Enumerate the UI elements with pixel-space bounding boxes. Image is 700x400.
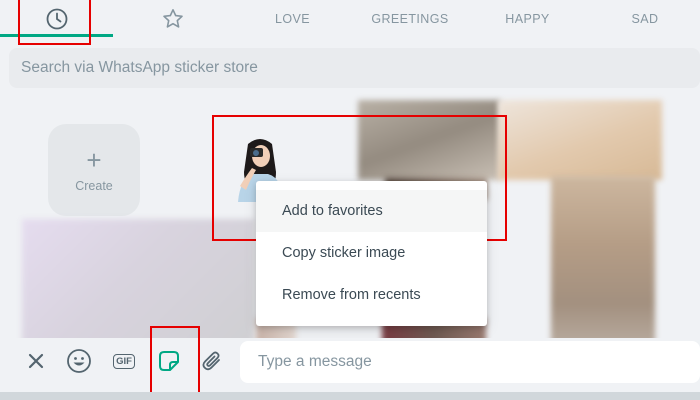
sticker-search-input[interactable]: Search via WhatsApp sticker store (9, 48, 700, 88)
gif-button[interactable]: GIF (107, 344, 141, 378)
tab-happy[interactable]: HAPPY (480, 0, 575, 38)
sticker-button[interactable] (154, 344, 184, 378)
message-input[interactable] (240, 341, 700, 383)
clock-icon (46, 8, 67, 30)
sticker-thumbnail[interactable] (358, 100, 500, 180)
emoji-icon (67, 349, 91, 373)
gif-icon: GIF (113, 353, 135, 369)
sticker-thumbnail[interactable] (551, 176, 655, 346)
menu-item-copy-sticker-image[interactable]: Copy sticker image (256, 232, 487, 274)
sticker-icon (159, 351, 179, 371)
emoji-button[interactable] (64, 344, 94, 378)
sticker-tabs: LOVE GREETINGS HAPPY SAD (0, 0, 700, 38)
bottom-divider (0, 392, 700, 400)
menu-item-add-to-favorites[interactable]: Add to favorites (256, 190, 487, 232)
menu-item-label: Remove from recents (282, 287, 421, 303)
tab-greetings[interactable]: GREETINGS (360, 0, 460, 38)
tab-love[interactable]: LOVE (250, 0, 335, 38)
close-panel-button[interactable] (21, 344, 51, 378)
sticker-thumbnail[interactable] (498, 100, 662, 180)
menu-item-label: Add to favorites (282, 203, 383, 219)
sticker-thumbnail[interactable] (22, 219, 254, 347)
menu-item-remove-from-recents[interactable]: Remove from recents (256, 274, 487, 316)
star-icon (163, 9, 183, 28)
active-tab-indicator (0, 34, 113, 37)
plus-icon: + (86, 145, 102, 175)
tab-favorites[interactable] (118, 0, 228, 38)
gif-label: GIF (116, 355, 132, 367)
paperclip-icon (202, 351, 220, 371)
tab-recent[interactable] (0, 0, 113, 38)
close-icon (28, 353, 44, 369)
tab-sad[interactable]: SAD (600, 0, 690, 38)
create-label: Create (75, 179, 113, 193)
create-sticker-button[interactable]: + Create (48, 124, 140, 216)
attach-button[interactable] (197, 344, 227, 378)
sticker-context-menu: Add to favorites Copy sticker image Remo… (256, 181, 487, 326)
search-placeholder: Search via WhatsApp sticker store (21, 59, 258, 76)
menu-item-label: Copy sticker image (282, 245, 406, 261)
